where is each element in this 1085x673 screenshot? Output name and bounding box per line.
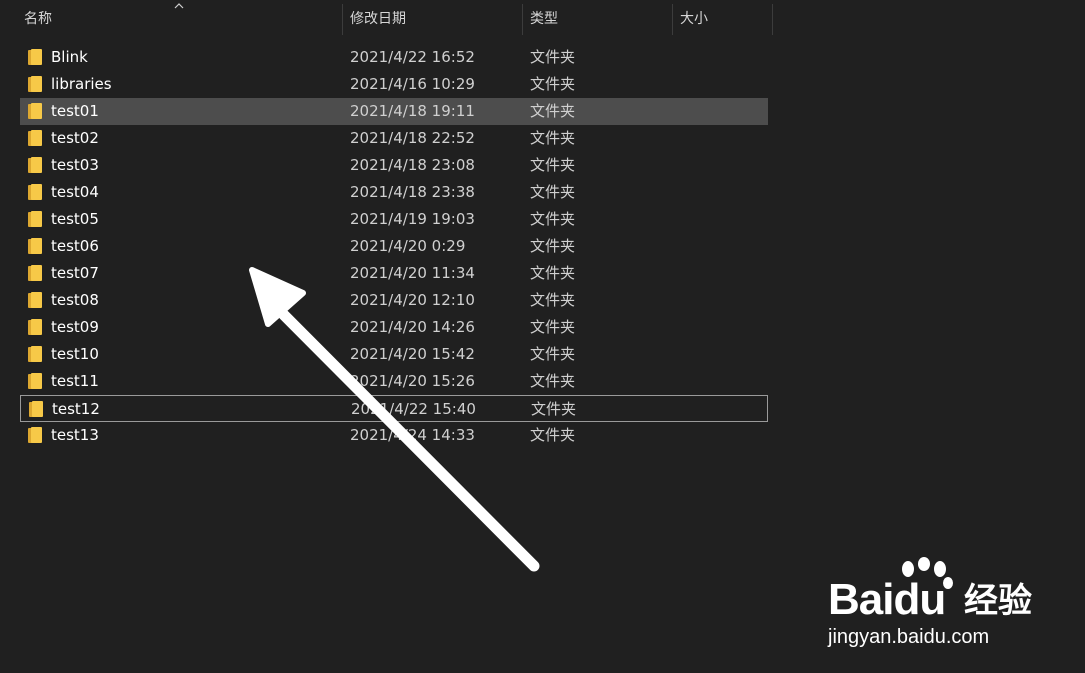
watermark-cn-text: 经验 [964, 581, 1032, 621]
watermark-url: jingyan.baidu.com [828, 626, 990, 648]
baidu-jingyan-watermark: Baidu 经验 jingyan.baidu.com [828, 555, 1058, 655]
watermark-logo-du: du [893, 575, 946, 624]
watermark-logo-bai: Bai [828, 575, 894, 624]
